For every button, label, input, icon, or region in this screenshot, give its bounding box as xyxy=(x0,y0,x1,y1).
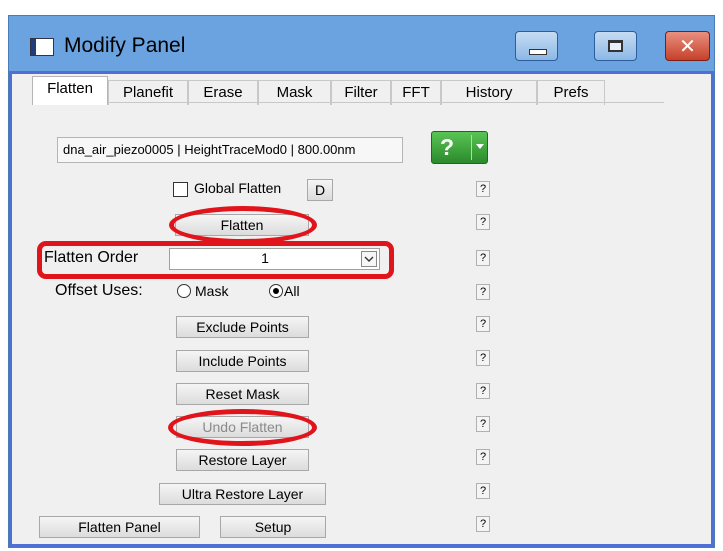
flatten-button[interactable]: Flatten xyxy=(175,214,309,236)
caret-down-icon xyxy=(476,144,484,149)
panel-body: Flatten Planefit Erase Mask Filter FFT H… xyxy=(9,71,714,547)
global-flatten-checkbox[interactable] xyxy=(173,182,188,197)
help-icon: ? xyxy=(440,134,455,160)
maximize-icon xyxy=(608,40,623,52)
window-title: Modify Panel xyxy=(64,34,186,57)
data-path-field: dna_air_piezo0005 | HeightTraceMod0 | 80… xyxy=(57,137,403,163)
help-flatten-order[interactable]: ? xyxy=(476,250,490,266)
help-global-flatten[interactable]: ? xyxy=(476,181,490,197)
help-offset-uses[interactable]: ? xyxy=(476,284,490,300)
offset-all-radio[interactable] xyxy=(269,284,283,298)
split-divider xyxy=(471,135,472,160)
chevron-down-icon[interactable] xyxy=(361,251,377,267)
help-exclude-points[interactable]: ? xyxy=(476,316,490,332)
tab-divider xyxy=(34,102,664,103)
help-restore-layer[interactable]: ? xyxy=(476,449,490,465)
help-menu-button[interactable]: ? xyxy=(431,131,488,164)
close-button[interactable]: ✕ xyxy=(665,31,710,61)
modify-panel-window: Modify Panel ✕ Flatten Planefit Erase Ma… xyxy=(8,15,715,548)
help-panel-setup[interactable]: ? xyxy=(476,516,490,532)
minimize-button[interactable] xyxy=(515,31,558,61)
help-flatten[interactable]: ? xyxy=(476,214,490,230)
include-points-button[interactable]: Include Points xyxy=(176,350,309,372)
setup-button[interactable]: Setup xyxy=(220,516,326,538)
help-include-points[interactable]: ? xyxy=(476,350,490,366)
close-icon: ✕ xyxy=(679,34,696,58)
reset-mask-button[interactable]: Reset Mask xyxy=(176,383,309,405)
flatten-order-value: 1 xyxy=(261,250,269,266)
title-bar[interactable]: Modify Panel ✕ xyxy=(9,16,714,71)
maximize-button[interactable] xyxy=(594,31,637,61)
help-undo-flatten[interactable]: ? xyxy=(476,416,490,432)
offset-uses-label: Offset Uses: xyxy=(55,282,143,299)
exclude-points-button[interactable]: Exclude Points xyxy=(176,316,309,338)
help-reset-mask[interactable]: ? xyxy=(476,383,490,399)
flatten-panel-button[interactable]: Flatten Panel xyxy=(39,516,200,538)
d-button[interactable]: D xyxy=(307,179,333,201)
offset-mask-label: Mask xyxy=(195,283,229,299)
help-ultra-restore-layer[interactable]: ? xyxy=(476,483,490,499)
tab-flatten[interactable]: Flatten xyxy=(32,76,108,105)
restore-layer-button[interactable]: Restore Layer xyxy=(176,449,309,471)
flatten-order-select[interactable]: 1 xyxy=(169,248,380,270)
ultra-restore-layer-button[interactable]: Ultra Restore Layer xyxy=(159,483,326,505)
app-icon xyxy=(30,38,54,56)
offset-all-label: All xyxy=(284,283,300,299)
minimize-icon xyxy=(529,49,547,55)
undo-flatten-button[interactable]: Undo Flatten xyxy=(176,416,309,438)
flatten-order-label: Flatten Order xyxy=(44,249,139,266)
offset-mask-radio[interactable] xyxy=(177,284,191,298)
global-flatten-label: Global Flatten xyxy=(194,180,282,196)
